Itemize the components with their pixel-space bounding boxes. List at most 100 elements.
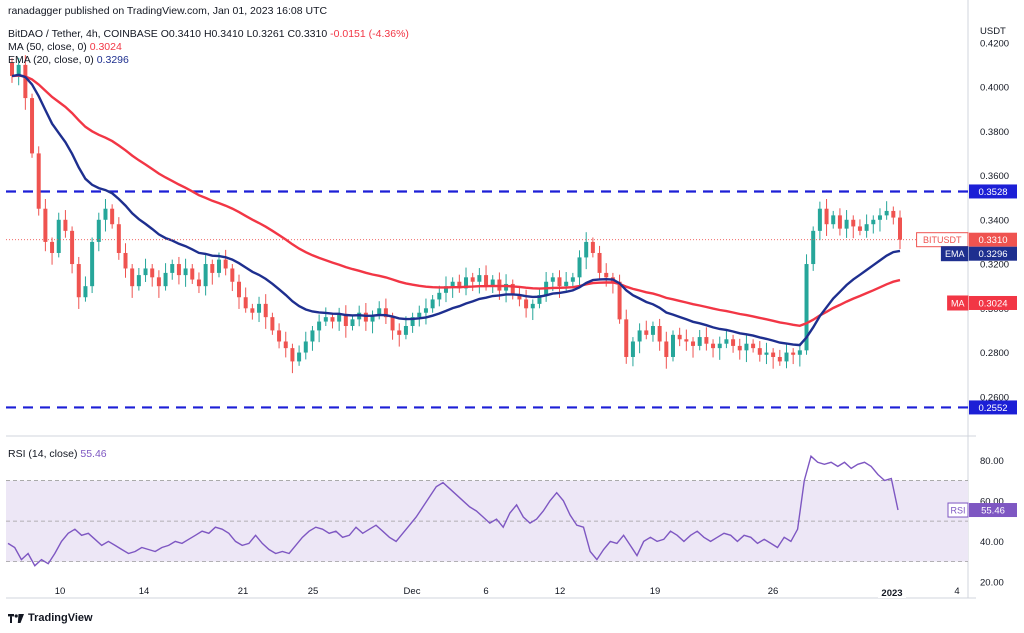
candle-body	[557, 277, 562, 287]
candle-body	[203, 264, 208, 287]
change-value: -0.0151 (-4.36%)	[330, 28, 409, 40]
candle-body	[677, 334, 682, 340]
candle-body	[303, 341, 308, 353]
candle-body	[136, 275, 141, 287]
candle-body	[63, 219, 68, 231]
level-tag-label: 0.2552	[978, 403, 1007, 414]
candle-body	[343, 314, 348, 326]
candle-body	[310, 330, 315, 342]
price-name-tag-label: EMA	[945, 249, 965, 259]
time-tick-label: 4	[954, 586, 959, 597]
price-axis-unit: USDT	[980, 26, 1006, 37]
price-tick-label: 0.3400	[980, 215, 1009, 226]
candle-body	[664, 341, 669, 357]
ma-legend[interactable]: MA (50, close, 0) 0.3024	[8, 41, 122, 53]
candle-body	[784, 352, 789, 362]
rsi-legend[interactable]: RSI (14, close) 55.46	[8, 448, 107, 460]
tradingview-logo-icon	[8, 613, 24, 623]
rsi-legend-label: RSI (14, close)	[8, 448, 78, 460]
open-value: 0.3410	[168, 28, 202, 40]
candle-body	[397, 330, 402, 335]
candle-body	[183, 268, 188, 276]
candle-body	[737, 345, 742, 351]
low-value: 0.3261	[252, 28, 285, 40]
candle-body	[156, 277, 161, 287]
time-tick-label: Dec	[404, 586, 421, 597]
price-name-tag-label: MA	[951, 298, 965, 308]
price-tick-label: 0.3600	[980, 171, 1009, 182]
candle-body	[831, 215, 836, 225]
price-tick-label: 0.4200	[980, 38, 1009, 49]
candle-body	[223, 259, 228, 269]
candle-body	[744, 343, 749, 351]
candle-body	[150, 268, 155, 278]
candle-body	[731, 339, 736, 346]
candle-body	[110, 208, 115, 225]
ema-legend-value: 0.3296	[96, 54, 129, 66]
candle-body	[670, 334, 675, 357]
candle-body	[470, 277, 475, 282]
candle-body	[123, 252, 128, 269]
candle-body	[163, 272, 168, 287]
rsi-legend-value: 55.46	[80, 448, 107, 460]
candle-body	[76, 264, 81, 298]
chart-canvas: USDT0.4200 0.4000 0.3800 0.3600 0.3400 0.3200…	[6, 0, 1017, 599]
time-tick-label: 12	[555, 586, 566, 597]
candle-body	[263, 303, 268, 318]
candle-body	[230, 268, 235, 282]
candle-body	[624, 319, 629, 357]
candle-body	[323, 317, 328, 322]
ema-legend-label: EMA (20, close, 0)	[8, 54, 94, 66]
candle-body	[290, 348, 295, 362]
ma-legend-label: MA (50, close, 0)	[8, 41, 87, 53]
time-tick-label-2023: 2023	[881, 588, 902, 599]
rsi-tick-label: 20.00	[980, 577, 1004, 588]
candle-body	[30, 98, 35, 154]
price-tick-label: 0.4000	[980, 83, 1009, 94]
candle-body	[477, 275, 482, 282]
candle-body	[70, 230, 75, 265]
time-tick-label: 21	[238, 586, 249, 597]
candle-body	[597, 252, 602, 273]
rsi-tick-label: 40.00	[980, 537, 1004, 548]
publisher-line: ranadagger published on TradingView.com,…	[8, 5, 328, 17]
price-tick-label: 0.3800	[980, 127, 1009, 138]
price-value-tag-label: 0.3024	[978, 298, 1007, 309]
candle-body	[697, 337, 702, 346]
candle-body	[857, 226, 862, 231]
candle-body	[43, 208, 48, 242]
candle-body	[564, 281, 569, 287]
candle-body	[237, 281, 242, 298]
candle-body	[36, 153, 41, 209]
candle-body	[50, 241, 55, 253]
candle-body	[363, 312, 368, 322]
candle-body	[851, 219, 856, 227]
candle-body	[176, 264, 181, 276]
rsi-tick-label: 80.00	[980, 456, 1004, 467]
candle-body	[170, 264, 175, 273]
time-tick-label: 19	[650, 586, 661, 597]
symbol-ohlc-line: BitDAO / Tether, 4h, COINBASE O0.3410 H0…	[8, 28, 409, 40]
watermark-text: TradingView	[28, 612, 93, 624]
candle-body	[644, 330, 649, 335]
candle-body	[817, 208, 822, 231]
candle-body	[577, 257, 582, 278]
candle-body	[83, 286, 88, 298]
time-tick-label: 26	[768, 586, 779, 597]
candle-body	[824, 208, 829, 225]
price-value-tag-label: 0.3296	[978, 249, 1007, 260]
candle-body	[437, 292, 442, 300]
candle-body	[484, 275, 489, 287]
candle-body	[691, 341, 696, 346]
price-tick-label: 0.2800	[980, 348, 1009, 359]
price-tick-label: 0.3200	[980, 260, 1009, 271]
candle-body	[837, 215, 842, 229]
candle-body	[630, 341, 635, 357]
ema20-line	[11, 73, 901, 347]
candle-body	[617, 281, 622, 320]
candle-body	[430, 299, 435, 309]
time-tick-label: 6	[483, 586, 488, 597]
symbol-name[interactable]: BitDAO / Tether, 4h, COINBASE	[8, 28, 158, 40]
ema-legend[interactable]: EMA (20, close, 0) 0.3296	[8, 54, 129, 66]
candle-body	[417, 312, 422, 318]
